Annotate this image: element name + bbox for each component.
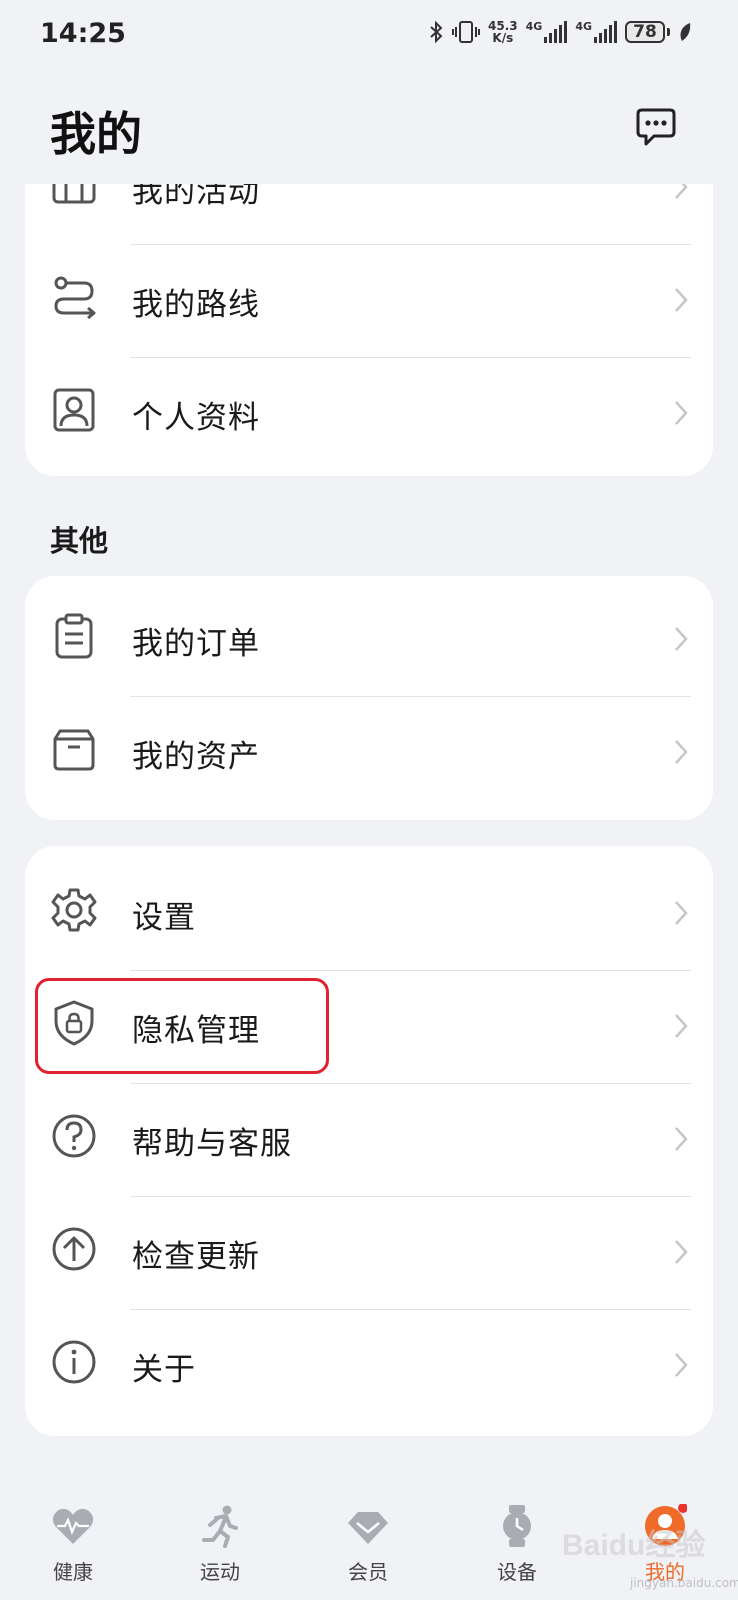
chevron-right-icon bbox=[675, 1127, 688, 1151]
route-icon bbox=[54, 276, 96, 320]
signal-sim2: 4G bbox=[575, 20, 617, 43]
menu-item-my-orders[interactable]: 我的订单 bbox=[25, 584, 713, 697]
menu-item-help[interactable]: 帮助与客服 bbox=[25, 1084, 713, 1197]
tab-label: 会员 bbox=[348, 1560, 388, 1584]
bluetooth-icon bbox=[430, 20, 443, 44]
signal-bars-icon bbox=[594, 21, 617, 43]
section-title-other: 其他 bbox=[50, 524, 109, 558]
chevron-right-icon bbox=[675, 901, 688, 925]
vibrate-icon bbox=[452, 21, 481, 43]
menu-item-settings[interactable]: 设置 bbox=[25, 858, 713, 971]
clipboard-icon bbox=[55, 613, 93, 659]
menu-item-profile[interactable]: 个人资料 bbox=[25, 358, 713, 471]
battery-indicator: 78 bbox=[625, 21, 665, 43]
battery-tip bbox=[667, 28, 670, 36]
tab-label: 运动 bbox=[200, 1560, 240, 1584]
menu-item-check-update[interactable]: 检查更新 bbox=[25, 1197, 713, 1310]
status-icons: 45.3 K/s 4G 4G 78 bbox=[428, 20, 692, 44]
tab-membership[interactable]: 会员 bbox=[308, 1490, 428, 1600]
tab-devices[interactable]: 设备 bbox=[457, 1490, 577, 1600]
tab-health[interactable]: 健康 bbox=[13, 1490, 133, 1600]
watermark-url: jingyan.baidu.com bbox=[630, 1576, 738, 1590]
menu-item-label: 帮助与客服 bbox=[132, 1126, 292, 1162]
menu-item-label: 关于 bbox=[132, 1352, 196, 1388]
menu-item-label: 我的订单 bbox=[132, 626, 260, 662]
tab-exercise[interactable]: 运动 bbox=[160, 1490, 280, 1600]
menu-item-label: 我的路线 bbox=[132, 287, 260, 323]
highlight-box bbox=[35, 978, 329, 1074]
leaf-icon bbox=[680, 23, 691, 41]
menu-item-my-activities[interactable]: 我的活动 bbox=[25, 184, 713, 245]
menu-item-about[interactable]: 关于 bbox=[25, 1310, 713, 1423]
chevron-right-icon bbox=[675, 1353, 688, 1377]
signal-bars-icon bbox=[544, 21, 568, 43]
chevron-right-icon bbox=[675, 1240, 688, 1264]
menu-item-my-assets[interactable]: 我的资产 bbox=[25, 697, 713, 810]
tab-label: 健康 bbox=[53, 1560, 93, 1584]
calendar-icon bbox=[52, 184, 96, 204]
heart-icon bbox=[52, 1508, 94, 1544]
profile-icon bbox=[53, 388, 95, 432]
runner-icon bbox=[202, 1505, 238, 1548]
status-bar: 14:25 45.3 K/s 4G 4G 78 bbox=[0, 0, 738, 72]
chevron-right-icon bbox=[675, 740, 688, 764]
info-icon bbox=[52, 1340, 96, 1384]
box-icon bbox=[53, 729, 95, 771]
signal-sim1: 4G bbox=[526, 20, 568, 43]
menu-item-label: 我的活动 bbox=[132, 184, 260, 210]
card-settings: 设置 隐私管理 帮助与客服 检查更新 关于 bbox=[25, 846, 713, 1436]
upload-arrow-icon bbox=[52, 1227, 96, 1271]
status-time: 14:25 bbox=[40, 18, 126, 49]
card-activities: 我的活动 我的路线 个人资料 bbox=[25, 184, 713, 476]
menu-item-label: 个人资料 bbox=[132, 400, 260, 436]
watch-icon bbox=[503, 1505, 531, 1547]
menu-item-label: 我的资产 bbox=[132, 739, 260, 775]
watermark: Baidu经验 bbox=[562, 1529, 706, 1562]
help-icon bbox=[52, 1114, 96, 1158]
tab-label: 设备 bbox=[497, 1560, 537, 1584]
message-button[interactable] bbox=[632, 104, 680, 152]
network-speed: 45.3 K/s bbox=[488, 19, 518, 45]
chat-bubble-icon bbox=[636, 108, 676, 146]
chevron-right-icon bbox=[675, 184, 688, 199]
card-other: 我的订单 我的资产 bbox=[25, 576, 713, 820]
menu-item-label: 设置 bbox=[132, 900, 196, 936]
chevron-right-icon bbox=[675, 401, 688, 425]
chevron-right-icon bbox=[675, 627, 688, 651]
menu-item-my-routes[interactable]: 我的路线 bbox=[25, 245, 713, 358]
chevron-right-icon bbox=[675, 1014, 688, 1038]
gear-icon bbox=[51, 888, 97, 932]
chevron-right-icon bbox=[675, 288, 688, 312]
menu-item-label: 检查更新 bbox=[132, 1239, 260, 1275]
diamond-icon bbox=[348, 1512, 388, 1544]
page-title: 我的 bbox=[50, 107, 142, 161]
